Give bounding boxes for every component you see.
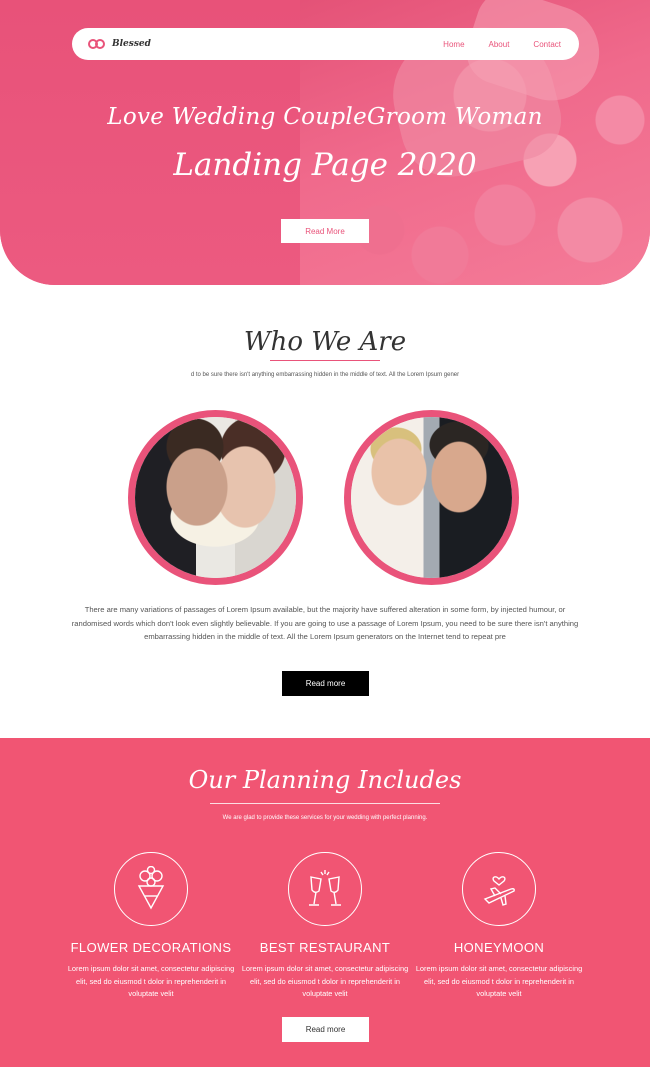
service-title: HONEYMOON <box>453 940 545 955</box>
logo[interactable]: Blessed <box>88 38 151 50</box>
flower-bouquet-icon <box>114 852 188 926</box>
service-title: BEST RESTAURANT <box>259 940 391 955</box>
planning-title: Our Planning Includes <box>188 766 462 794</box>
nav-home-link[interactable]: Home <box>443 40 464 49</box>
service-text: Lorem ipsum dolor sit amet, consectetur … <box>67 964 235 998</box>
rings-icon <box>88 38 108 50</box>
who-read-more-button[interactable]: Read more <box>282 671 369 696</box>
nav-contact-link[interactable]: Contact <box>533 40 561 49</box>
service-flower-decorations: FLOWER DECORATIONS Lorem ipsum dolor sit… <box>66 852 236 1001</box>
who-we-are-title: Who We Are <box>243 327 407 357</box>
navbar: Blessed Home About Contact <box>72 28 579 60</box>
logo-text: Blessed <box>112 39 151 49</box>
service-title: FLOWER DECORATIONS <box>70 940 232 955</box>
service-text: Lorem ipsum dolor sit amet, consectetur … <box>415 964 583 998</box>
airplane-heart-icon <box>462 852 536 926</box>
service-honeymoon: HONEYMOON Lorem ipsum dolor sit amet, co… <box>414 852 584 1001</box>
service-best-restaurant: BEST RESTAURANT Lorem ipsum dolor sit am… <box>240 852 410 1001</box>
couple-photo-laughing <box>344 410 519 585</box>
who-we-are-paragraph: There are many variations of passages of… <box>71 605 579 641</box>
hero-subtitle: Landing Page 2020 <box>173 147 477 183</box>
couple-photo-bouquet <box>128 410 303 585</box>
hero-title: Love Wedding CoupleGroom Woman <box>107 104 543 130</box>
who-we-are-subtitle: d to be sure there isn't anything embarr… <box>190 372 460 378</box>
planning-subtitle: We are glad to provide these services fo… <box>222 815 428 821</box>
champagne-glasses-icon <box>288 852 362 926</box>
service-text: Lorem ipsum dolor sit amet, consectetur … <box>241 964 409 998</box>
title-divider <box>210 803 440 804</box>
hero-read-more-button[interactable]: Read More <box>281 219 369 243</box>
nav-about-link[interactable]: About <box>489 40 510 49</box>
planning-read-more-button[interactable]: Read more <box>282 1017 369 1042</box>
title-divider <box>270 360 380 361</box>
nav-links: Home About Contact <box>443 40 563 49</box>
